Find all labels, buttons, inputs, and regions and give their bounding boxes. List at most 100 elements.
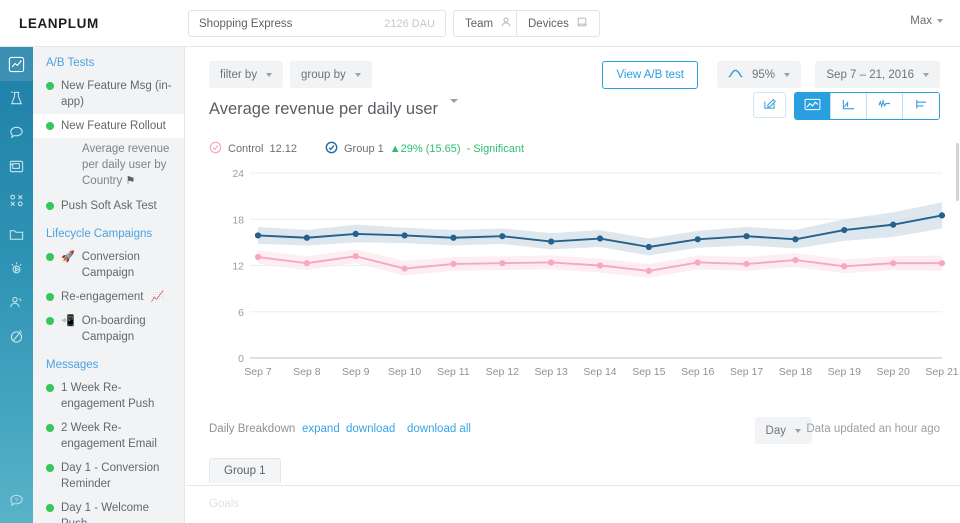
sidebar-item-push-soft-ask-test[interactable]: Push Soft Ask Test bbox=[33, 194, 184, 218]
svg-text:6: 6 bbox=[238, 307, 244, 319]
sidebar-item-label: Re-engagement bbox=[61, 289, 143, 305]
chart-type-line-button[interactable] bbox=[795, 93, 831, 119]
sidebar-item-ab-tests[interactable] bbox=[0, 81, 33, 115]
sidebar-item-day-1-welcome-push[interactable]: Day 1 - Welcome Push bbox=[33, 496, 184, 523]
download-link[interactable]: download bbox=[346, 423, 395, 435]
device-icon bbox=[576, 16, 588, 31]
svg-text:Sep 17: Sep 17 bbox=[730, 366, 763, 378]
svg-text:0: 0 bbox=[238, 353, 244, 365]
group-by-label: group by bbox=[301, 69, 346, 81]
people-icon bbox=[500, 16, 512, 31]
legend-entry-group1[interactable]: Group 1 ▲29% (15.65) - Significant bbox=[325, 141, 524, 157]
expand-link[interactable]: expand bbox=[302, 423, 340, 435]
legend-delta-group1: ▲29% (15.65) bbox=[390, 143, 461, 155]
leanplum-dashboard: LEANPLUM Shopping Express 2126 DAU Team … bbox=[0, 0, 960, 523]
legend-label-group1: Group 1 bbox=[344, 143, 384, 155]
svg-text:Sep 13: Sep 13 bbox=[535, 366, 568, 378]
chevron-down-icon bbox=[795, 429, 801, 433]
confidence-dropdown[interactable]: 95% bbox=[717, 61, 801, 88]
status-dot bbox=[46, 424, 54, 432]
legend-entry-control[interactable]: Control 12.12 bbox=[209, 141, 297, 157]
area-chart-icon bbox=[840, 98, 857, 114]
sidebar-item-re-engagement[interactable]: Re-engagement 📈 bbox=[33, 285, 184, 309]
sidebar-item-automation[interactable] bbox=[0, 251, 33, 285]
brand-logo: LEANPLUM bbox=[19, 16, 99, 31]
chart-increasing-icon: 📈 bbox=[150, 289, 164, 305]
svg-text:24: 24 bbox=[232, 168, 244, 180]
status-dot bbox=[46, 202, 54, 210]
chart-area: 06121824Sep 7Sep 8Sep 9Sep 10Sep 11Sep 1… bbox=[186, 163, 960, 403]
svg-text:18: 18 bbox=[232, 214, 244, 226]
sidebar-item-variables[interactable] bbox=[0, 183, 33, 217]
tab-group-1[interactable]: Group 1 bbox=[209, 458, 281, 483]
svg-text:Sep 10: Sep 10 bbox=[388, 366, 421, 378]
user-menu[interactable]: Max bbox=[910, 15, 943, 27]
scrollbar-thumb[interactable] bbox=[956, 143, 959, 201]
view-ab-test-button[interactable]: View A/B test bbox=[602, 61, 698, 89]
bookmark-icon: ⚑ bbox=[125, 175, 135, 187]
sidebar-item-new-feature-rollout[interactable]: New Feature Rollout bbox=[33, 114, 184, 138]
chart-type-area-button[interactable] bbox=[831, 93, 867, 119]
sidebar-section-lifecycle-campaigns: Lifecycle Campaigns bbox=[33, 218, 184, 245]
chevron-down-icon bbox=[355, 73, 361, 77]
daily-breakdown-bar: Daily Breakdown expand download download… bbox=[186, 411, 960, 451]
team-button[interactable]: Team bbox=[453, 10, 524, 37]
status-dot bbox=[46, 82, 54, 90]
help-button[interactable]: ? bbox=[0, 483, 33, 517]
view-ab-test-label: View A/B test bbox=[616, 69, 684, 81]
main-content: filter by group by View A/B test 95% Sep… bbox=[186, 47, 960, 523]
filter-by-dropdown[interactable]: filter by bbox=[209, 61, 283, 88]
sidebar-item-messages[interactable] bbox=[0, 115, 33, 149]
group-by-dropdown[interactable]: group by bbox=[290, 61, 372, 88]
devices-label: Devices bbox=[528, 18, 569, 30]
brand-logo-text: LEANPLUM bbox=[19, 16, 99, 31]
audience-icon bbox=[8, 294, 25, 311]
sidebar-item-audience[interactable] bbox=[0, 285, 33, 319]
svg-text:Sep 12: Sep 12 bbox=[486, 366, 519, 378]
sidebar-item-inbox[interactable] bbox=[0, 149, 33, 183]
chart-type-horizontal-button[interactable] bbox=[903, 93, 939, 119]
revenue-line-chart[interactable]: 06121824Sep 7Sep 8Sep 9Sep 10Sep 11Sep 1… bbox=[186, 163, 960, 393]
user-name-label: Max bbox=[910, 15, 932, 27]
sidebar-item-compass[interactable] bbox=[0, 319, 33, 353]
confidence-label: 95% bbox=[752, 69, 775, 81]
chevron-down-icon bbox=[923, 73, 929, 77]
sidebar-item-conversion-campaign[interactable]: 🚀 Conversion Campaign bbox=[33, 245, 184, 285]
sidebar-item-new-feature-msg[interactable]: New Feature Msg (in-app) bbox=[33, 74, 184, 114]
sidebar-item-day-1-conversion-reminder[interactable]: Day 1 - Conversion Reminder bbox=[33, 456, 184, 496]
page-scrollbar[interactable] bbox=[955, 47, 960, 523]
sidebar-item-folders[interactable] bbox=[0, 217, 33, 251]
variables-icon bbox=[8, 192, 25, 209]
primary-nav-rail: ? bbox=[0, 47, 33, 523]
line-chart-icon bbox=[804, 98, 821, 114]
table-header-ghost: Goals bbox=[186, 486, 960, 510]
svg-text:12: 12 bbox=[232, 261, 244, 273]
sidebar-subitem-report[interactable]: Average revenue per daily user by Countr… bbox=[33, 138, 184, 194]
granularity-label: Day bbox=[766, 425, 786, 437]
sidebar-item-1-week-re-engagement-push[interactable]: 1 Week Re-engagement Push bbox=[33, 376, 184, 416]
spike-chart-icon bbox=[876, 98, 893, 114]
daily-breakdown-label: Daily Breakdown bbox=[209, 423, 295, 435]
devices-button[interactable]: Devices bbox=[516, 10, 600, 37]
confidence-curve-icon bbox=[728, 69, 743, 81]
granularity-dropdown[interactable]: Day bbox=[755, 417, 812, 444]
svg-text:Sep 14: Sep 14 bbox=[583, 366, 616, 378]
chevron-down-icon bbox=[784, 73, 790, 77]
chart-title-dropdown[interactable] bbox=[450, 103, 458, 117]
chart-type-spike-button[interactable] bbox=[867, 93, 903, 119]
date-range-label: Sep 7 – 21, 2016 bbox=[826, 69, 914, 81]
sidebar-item-on-boarding-campaign[interactable]: 📲 On-boarding Campaign bbox=[33, 309, 184, 349]
app-selector[interactable]: Shopping Express 2126 DAU bbox=[188, 10, 446, 37]
status-dot bbox=[46, 317, 54, 325]
sidebar-item-label: Conversion Campaign bbox=[82, 249, 176, 281]
edit-chart-button[interactable] bbox=[753, 92, 786, 118]
sidebar-item-label: New Feature Msg (in-app) bbox=[61, 78, 176, 110]
data-updated-label: Data updated an hour ago bbox=[806, 423, 940, 435]
download-all-link[interactable]: download all bbox=[407, 423, 471, 435]
chevron-down-icon bbox=[266, 73, 272, 77]
sidebar-item-label: 2 Week Re-engagement Email bbox=[61, 420, 176, 452]
date-range-picker[interactable]: Sep 7 – 21, 2016 bbox=[815, 61, 940, 88]
sidebar-item-analytics[interactable] bbox=[0, 47, 33, 81]
sidebar-item-2-week-re-engagement-email[interactable]: 2 Week Re-engagement Email bbox=[33, 416, 184, 456]
filter-by-label: filter by bbox=[220, 69, 257, 81]
